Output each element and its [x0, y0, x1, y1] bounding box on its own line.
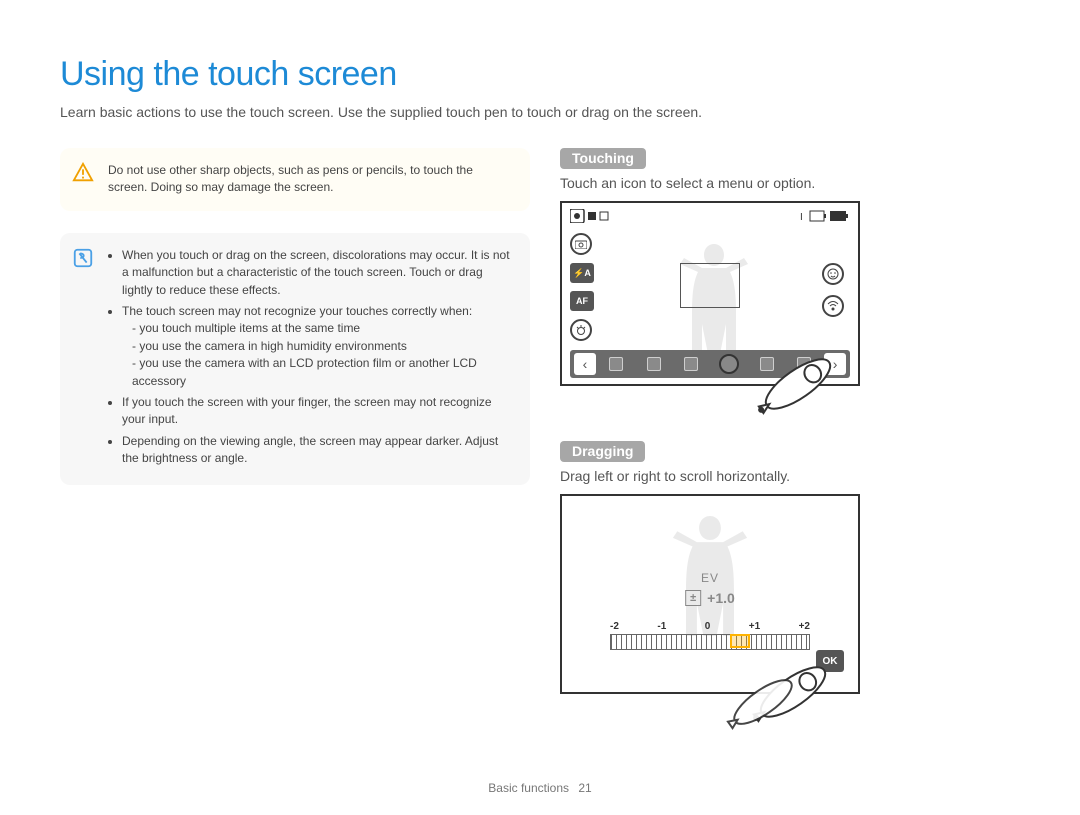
ev-label: EV [701, 571, 719, 585]
page-title: Using the touch screen [60, 55, 1020, 94]
intro-text: Learn basic actions to use the touch scr… [60, 104, 1020, 120]
scale-tick: -1 [657, 621, 666, 632]
af-mode: AF [570, 291, 594, 311]
dragging-desc: Drag left or right to scroll horizontall… [560, 468, 1020, 484]
face-icon [822, 263, 844, 285]
touching-desc: Touch an icon to select a menu or option… [560, 175, 1020, 191]
stylus-icon [753, 344, 843, 424]
note-lead: The touch screen may not recognize your … [122, 304, 472, 318]
focus-frame [680, 263, 740, 308]
timer-icon [570, 319, 592, 341]
note-item: Depending on the viewing angle, the scre… [122, 433, 514, 468]
ev-scale: -2 -1 0 +1 +2 [610, 621, 810, 650]
footer-page-number: 21 [578, 781, 591, 795]
info-callout: When you touch or drag on the screen, di… [60, 233, 530, 486]
signal-icon [822, 295, 844, 317]
battery-icon: I [800, 209, 850, 225]
warning-icon [72, 162, 94, 184]
svg-text:I: I [800, 212, 803, 223]
dock-item-selected [719, 354, 739, 374]
note-item: When you touch or drag on the screen, di… [122, 247, 514, 299]
scale-highlight [730, 634, 750, 648]
info-icon [72, 247, 94, 269]
mode-icon [570, 209, 610, 225]
dock-item [609, 357, 623, 371]
flash-mode: ⚡A [570, 263, 594, 283]
camera-icon [570, 233, 592, 255]
exposure-icon: ± [685, 590, 701, 606]
page-footer: Basic functions 21 [0, 781, 1080, 795]
dock-item [647, 357, 661, 371]
note-item: The touch screen may not recognize your … [122, 303, 514, 390]
note-item: If you touch the screen with your finger… [122, 394, 514, 429]
touching-heading: Touching [560, 148, 646, 169]
footer-section: Basic functions [488, 781, 569, 795]
scale-tick: +1 [749, 621, 760, 632]
warning-text: Do not use other sharp objects, such as … [108, 162, 514, 197]
dock-arrow-left: ‹ [574, 353, 596, 375]
scale-tick: +2 [799, 621, 810, 632]
note-sub: you touch multiple items at the same tim… [132, 320, 514, 337]
scale-tick: 0 [705, 621, 711, 632]
dock-item [684, 357, 698, 371]
note-text: Depending on the viewing angle, the scre… [122, 434, 462, 448]
camera-screen-touching: I ⚡A AF [560, 201, 860, 386]
stylus-icon [723, 652, 833, 732]
warning-callout: Do not use other sharp objects, such as … [60, 148, 530, 211]
ev-value: ± +1.0 [685, 590, 735, 606]
scale-tick: -2 [610, 621, 619, 632]
ev-value-text: +1.0 [707, 590, 735, 606]
note-sub: you use the camera with an LCD protectio… [132, 355, 514, 390]
note-sub: you use the camera in high humidity envi… [132, 338, 514, 355]
camera-screen-dragging: EV ± +1.0 -2 -1 0 +1 +2 OK [560, 494, 860, 694]
dragging-heading: Dragging [560, 441, 645, 462]
